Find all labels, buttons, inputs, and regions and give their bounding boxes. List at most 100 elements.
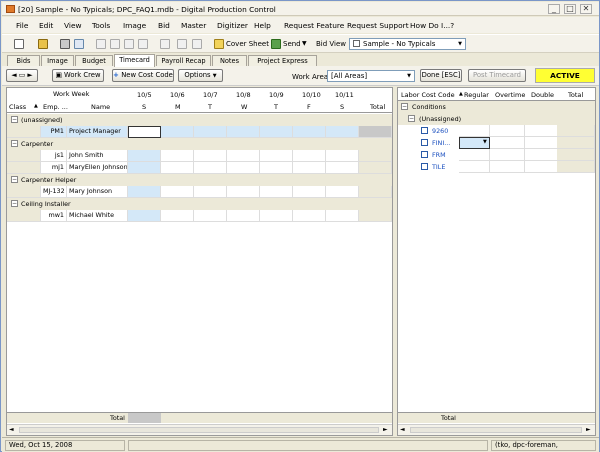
hours-cell[interactable] (227, 162, 260, 174)
tab-image[interactable]: Image (41, 55, 74, 66)
hours-cell[interactable] (293, 210, 326, 222)
crew-navigator[interactable]: ◄ ▭ ► (6, 69, 38, 82)
minimize-button[interactable]: _ (548, 4, 560, 14)
hours-cell[interactable] (227, 210, 260, 222)
group-row[interactable]: − (unassigned) (7, 114, 392, 126)
hours-cell[interactable] (260, 210, 293, 222)
hours-cell[interactable] (326, 150, 359, 162)
list-item[interactable]: FINI... ▼ (398, 137, 595, 149)
paste-icon[interactable] (124, 39, 134, 49)
column-total[interactable]: Total (370, 103, 385, 111)
hours-cell[interactable] (525, 137, 560, 149)
send-button[interactable]: Send (283, 38, 301, 50)
bid-view-select[interactable]: Sample - No Typicals ▼ (349, 38, 466, 50)
cover-sheet-button[interactable]: Cover Sheet (226, 38, 269, 50)
tab-bids[interactable]: Bids (7, 55, 40, 66)
chevron-down-icon[interactable]: ▼ (456, 40, 464, 48)
hours-cell[interactable] (128, 150, 161, 162)
column-name[interactable]: Name (91, 103, 110, 111)
tab-budget[interactable]: Budget (75, 55, 113, 66)
work-area-select[interactable]: [All Areas] ▼ (327, 70, 415, 82)
group-row[interactable]: − (Unassigned) (398, 113, 595, 125)
name-cell[interactable]: Project Manager (67, 126, 128, 138)
table-row[interactable]: js1 John Smith (7, 150, 392, 162)
column-regular[interactable]: Regular (464, 91, 489, 99)
hours-cell[interactable] (161, 126, 194, 138)
cut-icon[interactable] (96, 39, 106, 49)
group-row[interactable]: − Ceiling Installer (7, 198, 392, 210)
work-crew-button[interactable]: ▣ Work Crew (52, 69, 104, 82)
column-labor-cost-code[interactable]: Labor Cost Code (401, 91, 455, 99)
hours-cell[interactable] (260, 126, 293, 138)
delete-icon[interactable] (160, 39, 170, 49)
hours-cell[interactable] (227, 186, 260, 198)
group-row[interactable]: − Conditions (398, 101, 595, 113)
emp-cell[interactable]: MJ-132 (41, 186, 67, 198)
hours-cell[interactable] (490, 137, 525, 149)
menu-how-do-i[interactable]: How Do I...? (410, 21, 454, 30)
find-icon[interactable] (138, 39, 148, 49)
collapse-icon[interactable]: − (11, 116, 18, 123)
column-double[interactable]: Double (531, 91, 554, 99)
name-cell[interactable]: John Smith (67, 150, 128, 162)
copy-icon[interactable] (110, 39, 120, 49)
done-button[interactable]: Done [ESC] (420, 69, 462, 82)
scroll-left-icon[interactable]: ◄ (400, 426, 405, 433)
menu-file[interactable]: File (16, 21, 28, 30)
hours-cell[interactable] (194, 210, 227, 222)
group-row[interactable]: − Carpenter (7, 138, 392, 150)
column-emp[interactable]: Emp. ... (43, 103, 68, 111)
hours-cell[interactable] (194, 162, 227, 174)
menu-image[interactable]: Image (123, 21, 146, 30)
menu-master[interactable]: Master (181, 21, 206, 30)
send-dropdown-arrow-icon[interactable]: ▼ (302, 38, 307, 50)
hours-cell[interactable] (293, 150, 326, 162)
menu-edit[interactable]: Edit (39, 21, 53, 30)
scroll-right-icon[interactable]: ► (586, 426, 591, 433)
maximize-button[interactable]: □ (564, 4, 576, 14)
options-button[interactable]: Options ▼ (178, 69, 223, 82)
hours-cell[interactable] (128, 186, 161, 198)
hours-cell[interactable] (161, 186, 194, 198)
checkbox-icon[interactable] (421, 127, 428, 134)
table-row[interactable]: PM1 Project Manager (7, 126, 392, 138)
open-folder-icon[interactable] (38, 39, 48, 49)
menu-view[interactable]: View (64, 21, 82, 30)
tab-timecard[interactable]: Timecard (114, 54, 155, 67)
hours-cell[interactable] (293, 186, 326, 198)
hours-cell[interactable] (128, 162, 161, 174)
hours-cell[interactable] (128, 126, 161, 138)
hours-cell[interactable] (525, 125, 560, 137)
hours-cell[interactable] (128, 210, 161, 222)
hours-cell[interactable] (260, 186, 293, 198)
tab-notes[interactable]: Notes (212, 55, 247, 66)
hours-cell[interactable] (525, 149, 560, 161)
hours-cell[interactable] (161, 162, 194, 174)
hours-cell[interactable] (525, 161, 560, 173)
redo-icon[interactable] (192, 39, 202, 49)
collapse-icon[interactable]: − (401, 103, 408, 110)
hours-cell[interactable] (161, 150, 194, 162)
tab-project-express[interactable]: Project Express (248, 55, 317, 66)
column-total[interactable]: Total (568, 91, 583, 99)
hours-cell[interactable] (326, 210, 359, 222)
checkbox-icon[interactable] (421, 151, 428, 158)
print-icon[interactable] (60, 39, 70, 49)
collapse-icon[interactable]: − (11, 200, 18, 207)
hours-cell[interactable] (459, 125, 490, 137)
hours-cell[interactable] (161, 210, 194, 222)
hours-cell[interactable] (293, 162, 326, 174)
menu-help[interactable]: Help (254, 21, 271, 30)
list-item[interactable]: TILE (398, 161, 595, 173)
table-row[interactable]: mj1 MaryEllen Johnson (7, 162, 392, 174)
menu-bid[interactable]: Bid (158, 21, 170, 30)
scrollbar-track[interactable] (19, 427, 379, 433)
column-class[interactable]: Class (9, 103, 26, 111)
scroll-right-icon[interactable]: ► (383, 426, 388, 433)
horizontal-scrollbar[interactable]: ◄ ► (7, 424, 392, 435)
checkbox-icon[interactable] (421, 163, 428, 170)
checkbox-icon[interactable] (421, 139, 428, 146)
scroll-left-icon[interactable]: ◄ (9, 426, 14, 433)
hours-cell[interactable] (194, 186, 227, 198)
hours-cell[interactable] (194, 150, 227, 162)
